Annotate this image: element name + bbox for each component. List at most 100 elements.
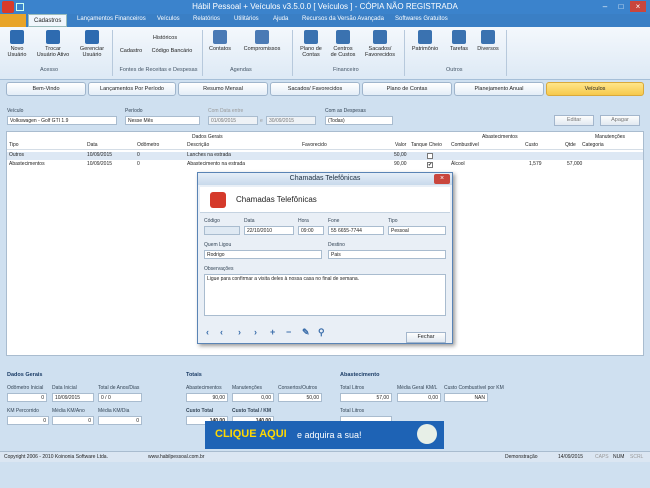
table-row[interactable]: Outros 10/09/2015 0 Lanches na estrada 5… <box>7 152 643 160</box>
website-link[interactable]: www.habilpessoal.com.br <box>148 454 204 460</box>
gerenciar-usuario-button[interactable]: Gerenciar Usuário <box>77 30 107 58</box>
col-favorecido[interactable]: Favorecido <box>302 142 327 148</box>
ribbon-separator <box>112 30 113 76</box>
tab-plano-contas[interactable]: Plano de Contas <box>362 82 452 96</box>
codigo-bancario-button[interactable]: Código Bancário <box>148 48 196 54</box>
col-tipo[interactable]: Tipo <box>9 142 19 148</box>
menu-recursos[interactable]: Recursos da Versão Avançada <box>302 16 384 22</box>
col-combustivel[interactable]: Combustível <box>451 142 479 148</box>
com-data-label: Com Data entre <box>208 108 244 114</box>
patrimonio-button[interactable]: Patrimônio <box>408 30 442 52</box>
novo-usuario-button[interactable]: Novo Usuário <box>4 30 30 58</box>
tab-bem-vindo[interactable]: Bem-Vindo <box>6 82 86 96</box>
maximize-icon[interactable]: □ <box>613 1 629 12</box>
quem-ligou-field[interactable]: Rodrigo <box>204 250 322 259</box>
tipo-select[interactable]: Pessoal <box>388 226 446 235</box>
tab-sacados[interactable]: Sacados/ Favorecidos <box>270 82 360 96</box>
tab-lancamentos[interactable]: Lançamentos Por Período <box>88 82 176 96</box>
veiculo-select[interactable]: Volkswagen - Golf GTI 1.9 <box>7 116 117 125</box>
chart-accounts-icon <box>304 30 318 44</box>
centros-custos-button[interactable]: Centros de Custos <box>328 30 358 58</box>
editar-button[interactable]: Editar <box>554 115 594 126</box>
fechar-button[interactable]: Fechar <box>406 332 446 343</box>
dialog-close-icon[interactable]: × <box>434 174 450 184</box>
menu-lancamentos[interactable]: Lançamentos Financeiros <box>77 16 146 22</box>
destino-field[interactable]: Pais <box>328 250 446 259</box>
tab-planejamento[interactable]: Planejamento Anual <box>454 82 544 96</box>
tab-resumo[interactable]: Resumo Mensal <box>178 82 268 96</box>
media-dia-field[interactable]: 0 <box>98 416 142 425</box>
close-icon[interactable]: × <box>630 1 646 12</box>
total-litros-field[interactable]: 57,00 <box>340 393 392 402</box>
periodo-select[interactable]: Nesse Mês <box>125 116 200 125</box>
custo-comb-label: Custo Combustível por KM <box>444 385 504 391</box>
compromissos-button[interactable]: Compromissos <box>238 30 286 52</box>
hora-field[interactable]: 09:00 <box>298 226 324 235</box>
globe-icon <box>417 424 437 444</box>
menu-veiculos[interactable]: Veículos <box>157 16 180 22</box>
last-record-icon[interactable]: › <box>254 327 257 337</box>
tarefas-button[interactable]: Tarefas <box>446 30 472 52</box>
delete-record-icon[interactable]: − <box>286 327 291 337</box>
cadastro-button[interactable]: Cadastro <box>116 48 146 54</box>
col-odometro[interactable]: Odômetro <box>137 142 159 148</box>
codigo-field[interactable] <box>204 226 240 235</box>
contatos-button[interactable]: Contatos <box>206 30 234 52</box>
user-icon <box>10 30 24 44</box>
group-outros: Outros <box>446 67 463 73</box>
status-date: 14/09/2015 <box>558 454 584 460</box>
menu-utilitarios[interactable]: Utilitários <box>234 16 259 22</box>
col-qtde[interactable]: Qtde <box>565 142 576 148</box>
historicos-button[interactable]: Históricos <box>148 35 182 41</box>
menu-ajuda[interactable]: Ajuda <box>273 16 288 22</box>
tanque-checkbox[interactable] <box>427 153 433 159</box>
promo-banner[interactable]: CLIQUE AQUI e adquira a sua! <box>205 421 444 449</box>
sacados-favorecidos-button[interactable]: Sacados/ Favorecidos <box>362 30 398 58</box>
trocar-usuario-button[interactable]: Trocar Usuário Ativo <box>32 30 74 58</box>
banner-text: e adquira a sua! <box>297 430 362 440</box>
next-record-icon[interactable]: › <box>238 327 241 337</box>
media-kml-field[interactable]: 0,00 <box>397 393 441 402</box>
media-ano-field[interactable]: 0 <box>52 416 94 425</box>
col-tanque[interactable]: Tanque Cheio <box>411 142 442 148</box>
custo-comb-field[interactable]: NAN <box>444 393 488 402</box>
add-record-icon[interactable]: + <box>270 327 275 337</box>
data-inicial-field[interactable]: 10/09/2015 <box>52 393 94 402</box>
fone-field[interactable]: 55 6655-7744 <box>328 226 384 235</box>
despesas-select[interactable]: (Todas) <box>325 116 393 125</box>
km-percorrido-field[interactable]: 0 <box>7 416 49 425</box>
apagar-button[interactable]: Apagar <box>600 115 640 126</box>
data-inicio-field[interactable]: 01/09/2015 <box>208 116 258 125</box>
consertos-field[interactable]: 50,00 <box>278 393 322 402</box>
diversos-button[interactable]: Diversos <box>474 30 502 52</box>
app-menu-button[interactable] <box>0 14 26 27</box>
data-field[interactable]: 22/10/2010 <box>244 226 294 235</box>
col-valor[interactable]: Valor <box>395 142 406 148</box>
tanque-checkbox-checked[interactable]: ✔ <box>427 162 433 168</box>
manage-user-icon <box>85 30 99 44</box>
col-data[interactable]: Data <box>87 142 98 148</box>
col-descricao[interactable]: Descrição <box>187 142 209 148</box>
table-row[interactable]: Abastecimentos 10/09/2015 0 Abasteciment… <box>7 161 643 169</box>
tab-veiculos[interactable]: Veículos <box>546 82 644 96</box>
observacoes-textarea[interactable]: Ligue para confirmar a visita deles à no… <box>204 274 446 316</box>
edit-record-icon[interactable]: ✎ <box>302 327 310 338</box>
dialog-heading: Chamadas Telefônicas <box>236 195 317 204</box>
first-record-icon[interactable]: ‹ <box>206 327 209 337</box>
prev-record-icon[interactable]: ‹ <box>220 327 223 337</box>
data-fim-field[interactable]: 30/09/2015 <box>266 116 316 125</box>
manutencoes-field[interactable]: 0,00 <box>232 393 274 402</box>
search-icon[interactable]: ⚲ <box>318 327 325 338</box>
col-custo[interactable]: Custo <box>525 142 538 148</box>
menu-softwares[interactable]: Softwares Gratuitos <box>395 16 448 22</box>
plano-contas-button[interactable]: Plano de Contas <box>296 30 326 58</box>
total-anos-field[interactable]: 0 / 0 <box>98 393 142 402</box>
minimize-icon[interactable]: – <box>597 1 613 12</box>
col-categoria[interactable]: Categoria <box>582 142 604 148</box>
cell-tipo: Outros <box>9 152 25 158</box>
total-litros2-label: Total Litros <box>340 408 365 414</box>
abastecimentos-field[interactable]: 90,00 <box>186 393 228 402</box>
menu-relatorios[interactable]: Relatórios <box>193 16 220 22</box>
odometro-field[interactable]: 0 <box>7 393 47 402</box>
menu-cadastros[interactable]: Cadastros <box>28 14 68 27</box>
